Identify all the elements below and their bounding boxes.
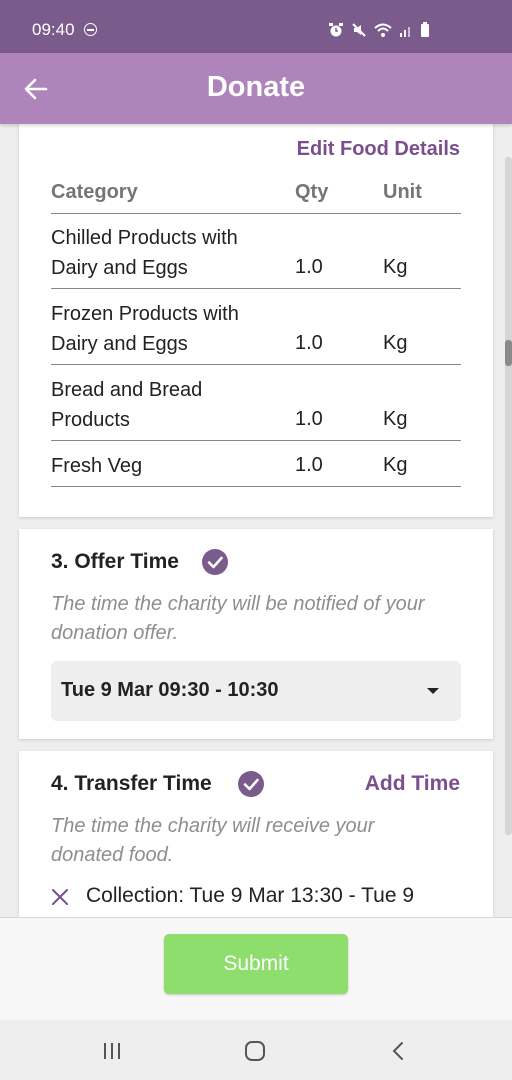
offer-time-description: The time the charity will be notified of… (51, 593, 425, 644)
do-not-disturb-icon (84, 23, 97, 36)
transfer-time-description: The time the charity will receive your d… (51, 815, 375, 866)
table-row: Chilled Products with Dairy and Eggs 1.0… (51, 214, 461, 289)
column-header-unit: Unit (383, 181, 422, 203)
offer-time-heading: 3. Offer Time (51, 550, 179, 573)
row-category: Chilled Products with Dairy and Eggs (51, 227, 238, 279)
nav-back-icon[interactable] (387, 1039, 411, 1063)
row-unit: Kg (383, 408, 408, 430)
add-time-link[interactable]: Add Time (365, 772, 460, 796)
dropdown-arrow-icon (427, 688, 439, 694)
column-header-qty: Qty (295, 181, 329, 203)
battery-icon (421, 22, 429, 37)
offer-time-value: Tue 9 Mar 09:30 - 10:30 (61, 679, 279, 701)
mute-icon (352, 23, 366, 37)
transfer-time-heading: 4. Transfer Time (51, 772, 212, 795)
check-circle-icon (202, 549, 228, 575)
wifi-icon (374, 23, 392, 37)
column-header-category: Category (51, 181, 138, 203)
remove-x-icon[interactable] (51, 888, 69, 906)
page-title: Donate (206, 71, 306, 103)
status-icons (328, 22, 430, 38)
submit-button[interactable]: Submit (164, 934, 348, 994)
scrollbar-track[interactable] (505, 157, 512, 835)
transfer-time-card: 4. Transfer Time Add Time The time the c… (19, 751, 493, 917)
food-details-card: Edit Food Details Category Qty Unit Chil… (19, 124, 493, 517)
row-qty: 1.0 (295, 256, 323, 278)
check-circle-icon (238, 771, 264, 797)
table-header: Category Qty Unit (51, 180, 461, 214)
row-unit: Kg (383, 332, 408, 354)
status-time: 09:40 (32, 20, 75, 39)
status-bar: 09:40 (0, 0, 512, 53)
scroll-content[interactable]: Edit Food Details Category Qty Unit Chil… (0, 124, 512, 917)
row-qty: 1.0 (295, 408, 323, 430)
home-icon[interactable] (243, 1039, 267, 1063)
recent-apps-icon[interactable] (100, 1039, 124, 1063)
app-bar: Donate (0, 53, 512, 124)
signal-icon (400, 27, 410, 37)
bottom-action-bar: Submit (0, 917, 512, 1021)
row-unit: Kg (383, 454, 408, 476)
row-category: Bread and Bread Products (51, 379, 203, 431)
collection-time-text: Collection: Tue 9 Mar 13:30 - Tue 9 (86, 884, 415, 907)
table-row: Fresh Veg 1.0 Kg (51, 442, 461, 487)
row-unit: Kg (383, 256, 408, 278)
alarm-icon (329, 23, 343, 37)
row-qty: 1.0 (295, 332, 323, 354)
offer-time-card: 3. Offer Time The time the charity will … (19, 529, 493, 739)
system-nav-bar (0, 1020, 512, 1080)
table-row: Frozen Products with Dairy and Eggs 1.0 … (51, 290, 461, 365)
edit-food-details-link[interactable]: Edit Food Details (297, 138, 460, 161)
row-category: Fresh Veg (51, 455, 143, 477)
offer-time-select[interactable]: Tue 9 Mar 09:30 - 10:30 (51, 661, 461, 721)
row-category: Frozen Products with Dairy and Eggs (51, 303, 239, 355)
table-row: Bread and Bread Products 1.0 Kg (51, 366, 461, 441)
scrollbar-thumb[interactable] (505, 340, 512, 366)
row-qty: 1.0 (295, 454, 323, 476)
